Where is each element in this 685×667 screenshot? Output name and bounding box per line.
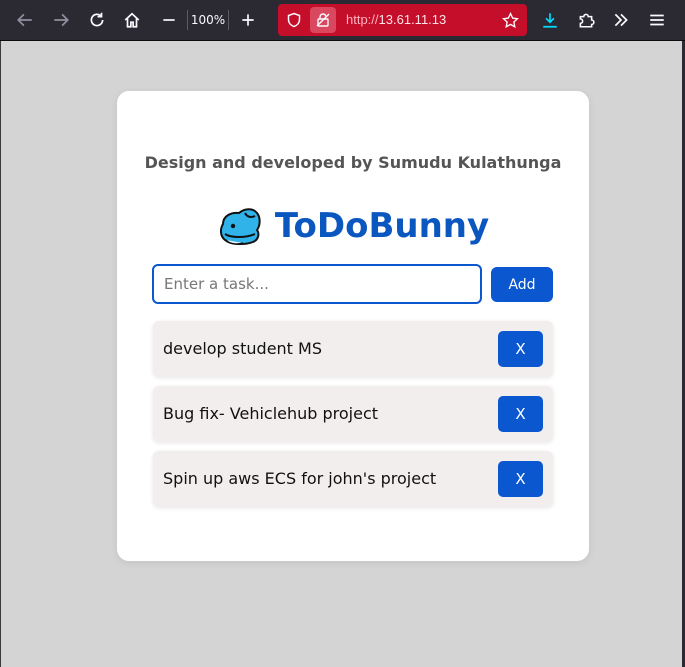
url-bar[interactable]: http://13.61.11.13: [278, 4, 527, 36]
page-viewport: Design and developed by Sumudu Kulathung…: [0, 41, 685, 667]
url-protocol: http://: [346, 12, 379, 27]
reload-icon[interactable]: [83, 6, 111, 34]
whale-logo-icon: [219, 208, 261, 246]
insecure-lock-icon[interactable]: [310, 7, 336, 33]
task-item: Bug fix- Vehiclehub project X: [153, 386, 553, 442]
browser-toolbar: 100% http://13.61.11.13: [0, 0, 685, 41]
plus-icon[interactable]: [234, 6, 262, 34]
task-input[interactable]: [152, 264, 482, 304]
url-text[interactable]: http://13.61.11.13: [346, 11, 446, 29]
task-text: develop student MS: [163, 339, 322, 358]
brand-header: ToDoBunny: [117, 203, 589, 249]
app-title: ToDoBunny: [274, 206, 490, 246]
puzzle-icon[interactable]: [572, 6, 600, 34]
minus-icon[interactable]: [155, 6, 183, 34]
credit-text: Design and developed by Sumudu Kulathung…: [144, 153, 562, 172]
forward-arrow-icon[interactable]: [47, 6, 75, 34]
back-arrow-icon[interactable]: [11, 6, 39, 34]
hamburger-menu-icon[interactable]: [643, 6, 671, 34]
task-text: Spin up aws ECS for john's project: [163, 469, 437, 488]
zoom-level[interactable]: 100%: [187, 10, 229, 30]
delete-task-button[interactable]: X: [498, 396, 543, 432]
task-text: Bug fix- Vehiclehub project: [163, 404, 379, 423]
delete-task-button[interactable]: X: [498, 461, 543, 497]
home-icon[interactable]: [118, 6, 146, 34]
delete-task-button[interactable]: X: [498, 331, 543, 367]
add-task-button[interactable]: Add: [491, 267, 553, 302]
url-host: 13.61.11.13: [378, 12, 447, 27]
star-icon[interactable]: [499, 9, 521, 31]
todo-card: Design and developed by Sumudu Kulathung…: [117, 91, 589, 561]
chevrons-right-icon[interactable]: [607, 6, 635, 34]
task-item: Spin up aws ECS for john's project X: [153, 451, 553, 507]
task-item: develop student MS X: [153, 321, 553, 377]
shield-icon[interactable]: [282, 8, 306, 32]
task-list: develop student MS X Bug fix- Vehiclehub…: [153, 321, 553, 516]
download-icon[interactable]: [536, 6, 564, 34]
